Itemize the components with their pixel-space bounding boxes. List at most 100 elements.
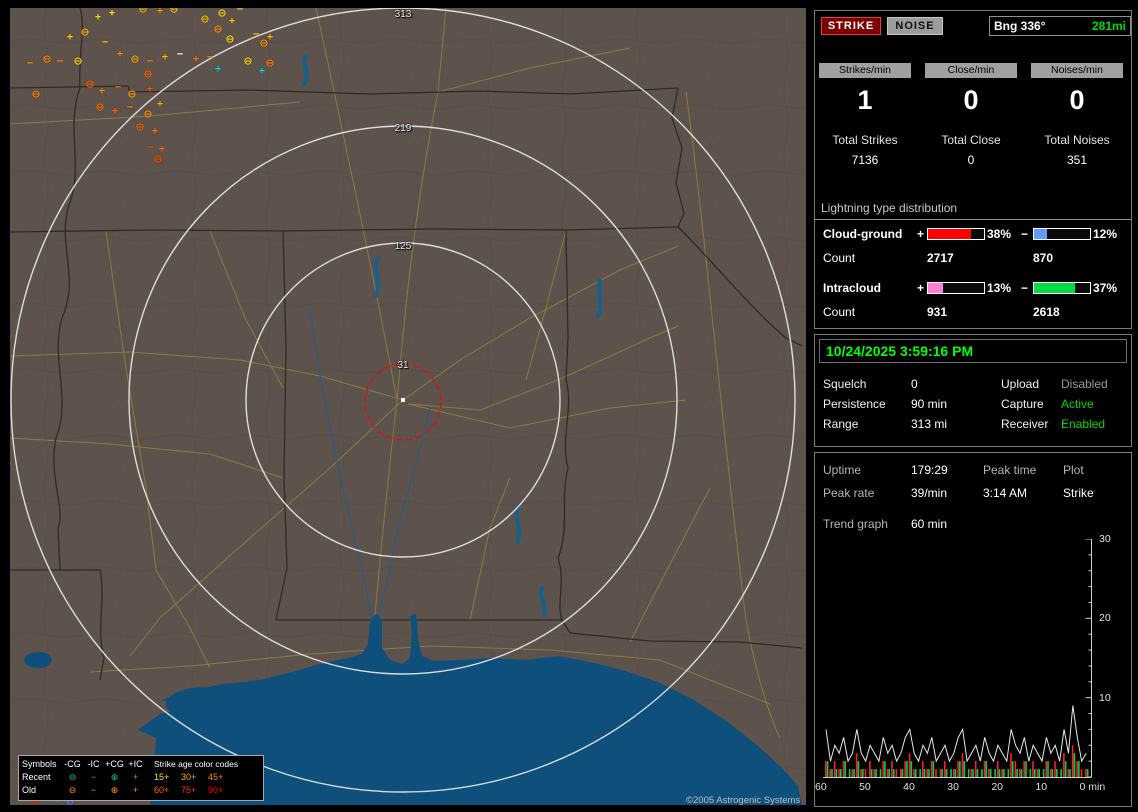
trend-x-tick: 60 bbox=[815, 781, 827, 793]
strike-symbol: − bbox=[56, 55, 64, 68]
strike-indicator-button[interactable]: STRIKE bbox=[821, 17, 881, 35]
total-close-label: Total Close bbox=[941, 133, 1001, 147]
strike-symbol: − bbox=[236, 8, 244, 16]
trend-x-tick: 30 bbox=[947, 781, 959, 793]
strike-symbol: + bbox=[94, 11, 102, 24]
range-ring-label-125: 125 bbox=[394, 241, 412, 252]
neg-ic-icon: − bbox=[90, 772, 97, 782]
strike-symbol: − bbox=[146, 55, 154, 68]
strike-symbol: ⊖ bbox=[143, 108, 153, 121]
peak-time-value: 3:14 AM bbox=[983, 486, 1028, 500]
total-strikes-label: Total Strikes bbox=[832, 133, 898, 147]
status-row: Persistence 90 min Capture Active bbox=[815, 397, 1131, 411]
plus-sign: + bbox=[917, 227, 925, 241]
strike-symbol: + bbox=[66, 31, 74, 44]
close-per-min-button[interactable]: Close/min bbox=[925, 63, 1017, 78]
noise-indicator-button[interactable]: NOISE bbox=[887, 17, 943, 35]
cg-plus-count: 2717 bbox=[927, 251, 954, 265]
stats-row: Trend graph 60 min bbox=[815, 517, 1131, 531]
plot-value: Strike bbox=[1063, 486, 1094, 500]
neg-cg-icon: ⊖ bbox=[68, 785, 77, 795]
range-ring-label-31: 31 bbox=[397, 360, 409, 371]
legend-age-header: Strike age color codes bbox=[154, 759, 239, 769]
receiver-label: Receiver bbox=[1001, 417, 1049, 431]
ic-minus-bar bbox=[1033, 282, 1091, 294]
legend-col-neg-cg: -CG bbox=[64, 759, 81, 769]
strike-symbol: ⊖ bbox=[73, 55, 83, 68]
trend-y-tick: 10 bbox=[1099, 691, 1111, 704]
cloud-ground-count-row: Count 2717 870 bbox=[815, 251, 1131, 265]
strike-symbol: + bbox=[146, 83, 154, 96]
ic-minus-bar-fill bbox=[1034, 283, 1076, 293]
range-ring-label-219: 219 bbox=[394, 123, 412, 134]
strike-symbol: + bbox=[156, 98, 164, 111]
uptime-label: Uptime bbox=[823, 463, 862, 477]
stats-row: Peak rate 39/min 3:14 AM Strike bbox=[815, 486, 1131, 500]
strike-summary-panel: STRIKE NOISE Bng 336° 281mi Strikes/min … bbox=[814, 10, 1132, 329]
upload-status: Disabled bbox=[1061, 377, 1108, 391]
intracloud-row: Intracloud + 13% − 37% bbox=[815, 281, 1131, 295]
strikes-per-min-button[interactable]: Strikes/min bbox=[819, 63, 911, 78]
trend-x-tick: 20 bbox=[991, 781, 1004, 793]
strike-symbol: + bbox=[192, 53, 200, 66]
noises-per-min-value: 0 bbox=[1069, 85, 1085, 115]
plot-label: Plot bbox=[1063, 463, 1084, 477]
legend-col-pos-cg: +CG bbox=[105, 759, 124, 769]
legend-old-label: Old bbox=[22, 785, 37, 795]
age-code: 60+ bbox=[154, 785, 170, 795]
strike-symbol: − bbox=[252, 28, 260, 41]
strike-symbol: − bbox=[176, 48, 184, 61]
strike-symbol: + bbox=[214, 63, 222, 76]
peak-rate-value: 39/min bbox=[911, 486, 948, 500]
range-ring-label-313: 313 bbox=[394, 9, 412, 20]
pos-ic-icon: + bbox=[132, 772, 139, 782]
strike-symbol: + bbox=[151, 125, 159, 138]
capture-label: Capture bbox=[1001, 397, 1044, 411]
bearing-box: Bng 336° 281mi bbox=[989, 16, 1131, 36]
upload-label: Upload bbox=[1001, 377, 1040, 391]
peak-time-label: Peak time bbox=[983, 463, 1037, 477]
neg-cg-icon: ⊖ bbox=[68, 772, 77, 782]
count-label: Count bbox=[823, 305, 856, 319]
cg-minus-count: 870 bbox=[1033, 251, 1054, 265]
strike-symbol: ⊖ bbox=[95, 101, 105, 114]
strike-symbol: + bbox=[228, 15, 236, 28]
trend-x-tick: 10 bbox=[1035, 781, 1048, 793]
strike-symbol: ⊖ bbox=[243, 55, 253, 68]
strike-symbol: + bbox=[258, 65, 266, 78]
minus-sign: − bbox=[1021, 281, 1029, 295]
status-row: Range 313 mi Receiver Enabled bbox=[815, 417, 1131, 431]
bearing-distance: 281mi bbox=[1091, 19, 1126, 33]
strike-symbol: ⊖ bbox=[138, 8, 148, 16]
ic-plus-bar bbox=[927, 282, 985, 294]
strike-symbol: ⊖ bbox=[31, 88, 41, 101]
ic-plus-pct: 13% bbox=[987, 281, 1012, 295]
map-view[interactable]: − ⊖ ⊖ + + ⊖ + ⊖ ⊖ + ⊖ ⊖ − ⊖ + + ⊖ − + − + − + + ⊖ ⊖ ⊖ + − ⊖ + ⊖ + − ⊖ + ⊖ + − +… bbox=[10, 8, 806, 805]
strike-symbol: − bbox=[206, 51, 214, 64]
cg-minus-bar-fill bbox=[1034, 229, 1048, 239]
strike-symbol: + bbox=[116, 48, 124, 61]
stats-row: Uptime 179:29 Peak time Plot bbox=[815, 463, 1131, 477]
trend-graph-plot bbox=[823, 539, 1092, 778]
trend-y-tick: 20 bbox=[1099, 612, 1111, 625]
strike-symbol: + bbox=[156, 8, 164, 18]
cloud-ground-row: Cloud-ground + 38% − 12% bbox=[815, 227, 1131, 241]
trend-x-tick: 40 bbox=[903, 781, 915, 793]
legend-recent-label: Recent bbox=[22, 772, 51, 782]
strikes-per-min-value: 1 bbox=[857, 85, 873, 115]
ic-minus-count: 2618 bbox=[1033, 305, 1060, 319]
pos-ic-icon: + bbox=[132, 785, 139, 795]
neg-ic-icon: − bbox=[90, 785, 97, 795]
strike-symbol: + bbox=[108, 8, 116, 20]
strike-symbol: ⊖ bbox=[169, 8, 179, 16]
legend-col-pos-ic: +IC bbox=[128, 759, 143, 769]
age-code: 30+ bbox=[181, 772, 197, 782]
receiver-status: Enabled bbox=[1061, 417, 1106, 431]
noises-per-min-button[interactable]: Noises/min bbox=[1031, 63, 1123, 78]
strike-symbol: ⊖ bbox=[153, 153, 163, 166]
pos-cg-icon: ⊕ bbox=[110, 785, 119, 795]
cg-plus-bar bbox=[927, 228, 985, 240]
strike-symbol: ⊖ bbox=[135, 121, 145, 134]
trend-x-tick: 50 bbox=[859, 781, 871, 793]
strike-symbol: − bbox=[126, 101, 134, 114]
